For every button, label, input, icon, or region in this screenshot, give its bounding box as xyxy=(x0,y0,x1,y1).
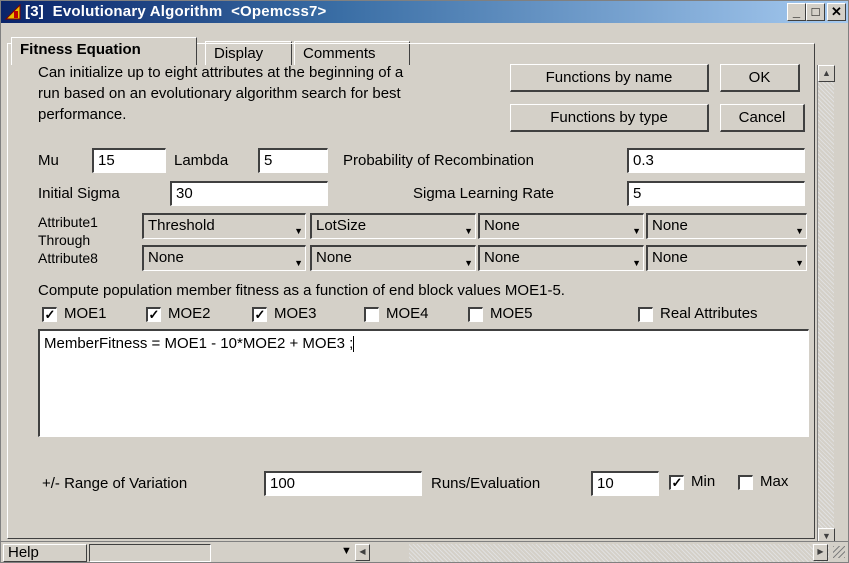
chevron-down-icon: ▼ xyxy=(294,258,303,268)
minimize-button[interactable]: _ xyxy=(787,3,806,21)
help-button[interactable]: Help xyxy=(3,544,87,562)
chevron-down-icon[interactable]: ▼ xyxy=(341,545,352,557)
initial-sigma-input[interactable]: 30 xyxy=(170,181,328,206)
chevron-down-icon: ▼ xyxy=(795,226,804,236)
chevron-down-icon: ▼ xyxy=(464,226,473,236)
maximize-button[interactable]: □ xyxy=(806,3,825,21)
attribute-label-2: Through xyxy=(38,232,91,248)
attribute2-select[interactable]: LotSize ▼ xyxy=(310,213,476,239)
chevron-down-icon: ▼ xyxy=(294,226,303,236)
runs-per-evaluation-label: Runs/Evaluation xyxy=(431,475,541,492)
moe3-checkbox[interactable]: ✓ xyxy=(252,307,267,322)
moe3-label: MOE3 xyxy=(274,305,317,322)
scroll-right-button[interactable]: ▶ xyxy=(813,544,828,561)
moe5-label: MOE5 xyxy=(490,305,533,322)
initial-sigma-label: Initial Sigma xyxy=(38,185,120,202)
lambda-input[interactable]: 5 xyxy=(258,148,328,173)
moe4-checkbox[interactable] xyxy=(364,307,379,322)
runs-per-evaluation-input[interactable]: 10 xyxy=(591,471,659,496)
mu-label: Mu xyxy=(38,152,59,169)
attribute8-select[interactable]: None ▼ xyxy=(646,245,807,271)
description-line-2: run based on an evolutionary algorithm s… xyxy=(38,85,401,102)
min-checkbox[interactable]: ✓ xyxy=(669,475,684,490)
title-bar[interactable]: [3] Evolutionary Algorithm <Opemcss7> _ … xyxy=(1,1,848,23)
attribute1-select[interactable]: Threshold ▼ xyxy=(142,213,306,239)
text-caret xyxy=(353,336,355,353)
fitness-equation-panel: Can initialize up to eight attributes at… xyxy=(7,43,815,539)
chevron-down-icon: ▼ xyxy=(632,226,641,236)
tab-fitness-equation[interactable]: Fitness Equation xyxy=(11,37,197,65)
equation-text: MemberFitness = MOE1 - 10*MOE2 + MOE3 ; xyxy=(44,335,354,352)
vertical-scrollbar[interactable]: ▲ ▼ xyxy=(817,65,835,545)
moe2-label: MOE2 xyxy=(168,305,211,322)
resize-grip-icon[interactable] xyxy=(833,546,845,558)
moe5-checkbox[interactable] xyxy=(468,307,483,322)
fitness-caption: Compute population member fitness as a f… xyxy=(38,282,565,299)
chevron-down-icon: ▼ xyxy=(795,258,804,268)
attribute-label-1: Attribute1 xyxy=(38,214,98,230)
max-checkbox[interactable] xyxy=(738,475,753,490)
range-of-variation-label: +/- Range of Variation xyxy=(42,475,188,492)
attribute7-select[interactable]: None ▼ xyxy=(478,245,644,271)
cancel-button[interactable]: Cancel xyxy=(720,104,805,132)
fitness-equation-editor[interactable]: MemberFitness = MOE1 - 10*MOE2 + MOE3 ; xyxy=(38,329,809,437)
horizontal-scrollbar[interactable] xyxy=(409,544,829,562)
status-field xyxy=(89,544,211,562)
max-label: Max xyxy=(760,473,789,490)
attribute4-select[interactable]: None ▼ xyxy=(646,213,807,239)
ok-button[interactable]: OK xyxy=(720,64,800,92)
moe1-label: MOE1 xyxy=(64,305,107,322)
scroll-left-button[interactable]: ◀ xyxy=(355,544,370,561)
status-bar: Help ▼ ◀ ▶ xyxy=(1,541,848,562)
evolutionary-algorithm-window: [3] Evolutionary Algorithm <Opemcss7> _ … xyxy=(0,0,849,563)
description-line-1: Can initialize up to eight attributes at… xyxy=(38,64,404,81)
lambda-label: Lambda xyxy=(174,152,229,169)
moe4-label: MOE4 xyxy=(386,305,429,322)
functions-by-name-button[interactable]: Functions by name xyxy=(510,64,709,92)
min-label: Min xyxy=(691,473,716,490)
close-button[interactable]: ✕ xyxy=(827,3,846,21)
probability-of-recombination-label: Probability of Recombination xyxy=(343,152,534,169)
scroll-up-button[interactable]: ▲ xyxy=(818,65,835,82)
mu-input[interactable]: 15 xyxy=(92,148,166,173)
sigma-learning-rate-input[interactable]: 5 xyxy=(627,181,805,206)
chevron-down-icon: ▼ xyxy=(632,258,641,268)
real-attributes-checkbox[interactable] xyxy=(638,307,653,322)
probability-of-recombination-input[interactable]: 0.3 xyxy=(627,148,805,173)
attribute6-select[interactable]: None ▼ xyxy=(310,245,476,271)
attribute3-select[interactable]: None ▼ xyxy=(478,213,644,239)
description-line-3: performance. xyxy=(38,106,127,123)
window-title: [3] Evolutionary Algorithm <Opemcss7> xyxy=(25,3,327,20)
tab-strip: Fitness Equation Display Comments xyxy=(1,23,848,65)
moe1-checkbox[interactable]: ✓ xyxy=(42,307,57,322)
real-attributes-label: Real Attributes xyxy=(660,305,758,322)
sigma-learning-rate-label: Sigma Learning Rate xyxy=(413,185,554,202)
chevron-down-icon: ▼ xyxy=(464,258,473,268)
app-icon xyxy=(5,4,21,20)
range-of-variation-input[interactable]: 100 xyxy=(264,471,422,496)
attribute5-select[interactable]: None ▼ xyxy=(142,245,306,271)
attribute-label-3: Attribute8 xyxy=(38,250,98,266)
functions-by-type-button[interactable]: Functions by type xyxy=(510,104,709,132)
moe2-checkbox[interactable]: ✓ xyxy=(146,307,161,322)
